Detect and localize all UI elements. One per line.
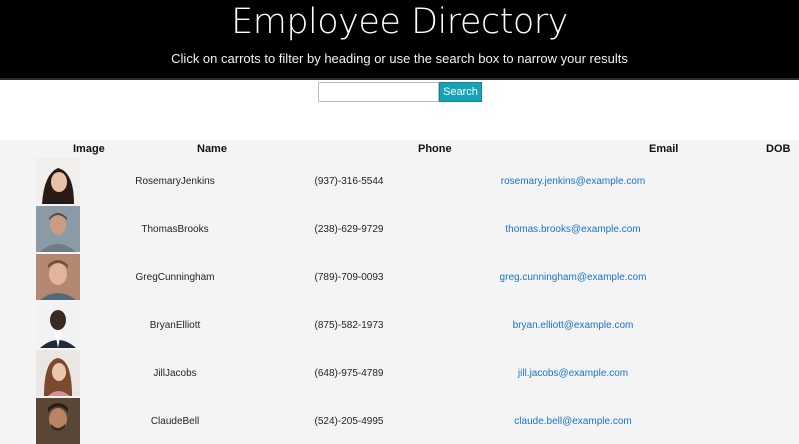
- column-header-dob[interactable]: DOB: [766, 142, 790, 156]
- employee-email[interactable]: jill.jacobs@example.com: [518, 367, 628, 381]
- avatar: [36, 398, 80, 444]
- column-header-email[interactable]: Email: [649, 142, 678, 156]
- photo-icon: [36, 254, 80, 300]
- page-header: Employee Directory Click on carrots to f…: [0, 0, 799, 80]
- table-row: RosemaryJenkins (937)-316-5544 rosemary.…: [0, 158, 799, 206]
- employee-name: ThomasBrooks: [141, 224, 209, 235]
- table-row: GregCunningham (789)-709-0093 greg.cunni…: [0, 254, 799, 302]
- employee-name: ClaudeBell: [150, 416, 200, 427]
- table-row: JillJacobs (648)-975-4789 jill.jacobs@ex…: [0, 350, 799, 398]
- employee-name: RosemaryJenkins: [135, 176, 215, 187]
- page-subtitle: Click on carrots to filter by heading or…: [171, 51, 628, 66]
- employee-phone: (875)-582-1973: [314, 320, 384, 331]
- employee-name: BryanElliott: [149, 320, 201, 331]
- avatar: [36, 302, 80, 348]
- employee-name: JillJacobs: [153, 368, 197, 379]
- table-row: ClaudeBell (524)-205-4995 claude.bell@ex…: [0, 398, 799, 444]
- employee-phone: (524)-205-4995: [314, 416, 384, 427]
- employee-phone: (789)-709-0093: [314, 272, 384, 283]
- avatar: [36, 350, 80, 396]
- employee-phone: (937)-316-5544: [314, 176, 384, 187]
- photo-icon: [36, 206, 80, 252]
- employee-table: Image Name Phone Email DOB RosemaryJenki…: [0, 140, 799, 444]
- column-header-image[interactable]: Image: [73, 142, 105, 156]
- photo-icon: [36, 158, 80, 204]
- employee-email[interactable]: rosemary.jenkins@example.com: [501, 175, 645, 189]
- photo-icon: [36, 302, 80, 348]
- employee-phone: (648)-975-4789: [314, 368, 384, 379]
- photo-icon: [36, 398, 80, 444]
- employee-phone: (238)-629-9729: [314, 224, 384, 235]
- photo-icon: [36, 350, 80, 396]
- employee-email[interactable]: claude.bell@example.com: [514, 415, 631, 429]
- table-row: ThomasBrooks (238)-629-9729 thomas.brook…: [0, 206, 799, 254]
- search-button[interactable]: Search: [439, 82, 482, 102]
- employee-name: GregCunningham: [135, 272, 215, 283]
- column-header-phone[interactable]: Phone: [418, 142, 452, 156]
- table-row: BryanElliott (875)-582-1973 bryan.elliot…: [0, 302, 799, 350]
- employee-email[interactable]: bryan.elliott@example.com: [513, 319, 634, 333]
- employee-email[interactable]: thomas.brooks@example.com: [505, 223, 640, 237]
- avatar: [36, 206, 80, 252]
- column-header-name[interactable]: Name: [197, 142, 227, 156]
- search-input[interactable]: [318, 82, 439, 102]
- employee-email[interactable]: greg.cunningham@example.com: [500, 271, 647, 285]
- avatar: [36, 254, 80, 300]
- search-bar: Search: [0, 82, 799, 140]
- page-title: Employee Directory: [231, 2, 568, 42]
- avatar: [36, 158, 80, 204]
